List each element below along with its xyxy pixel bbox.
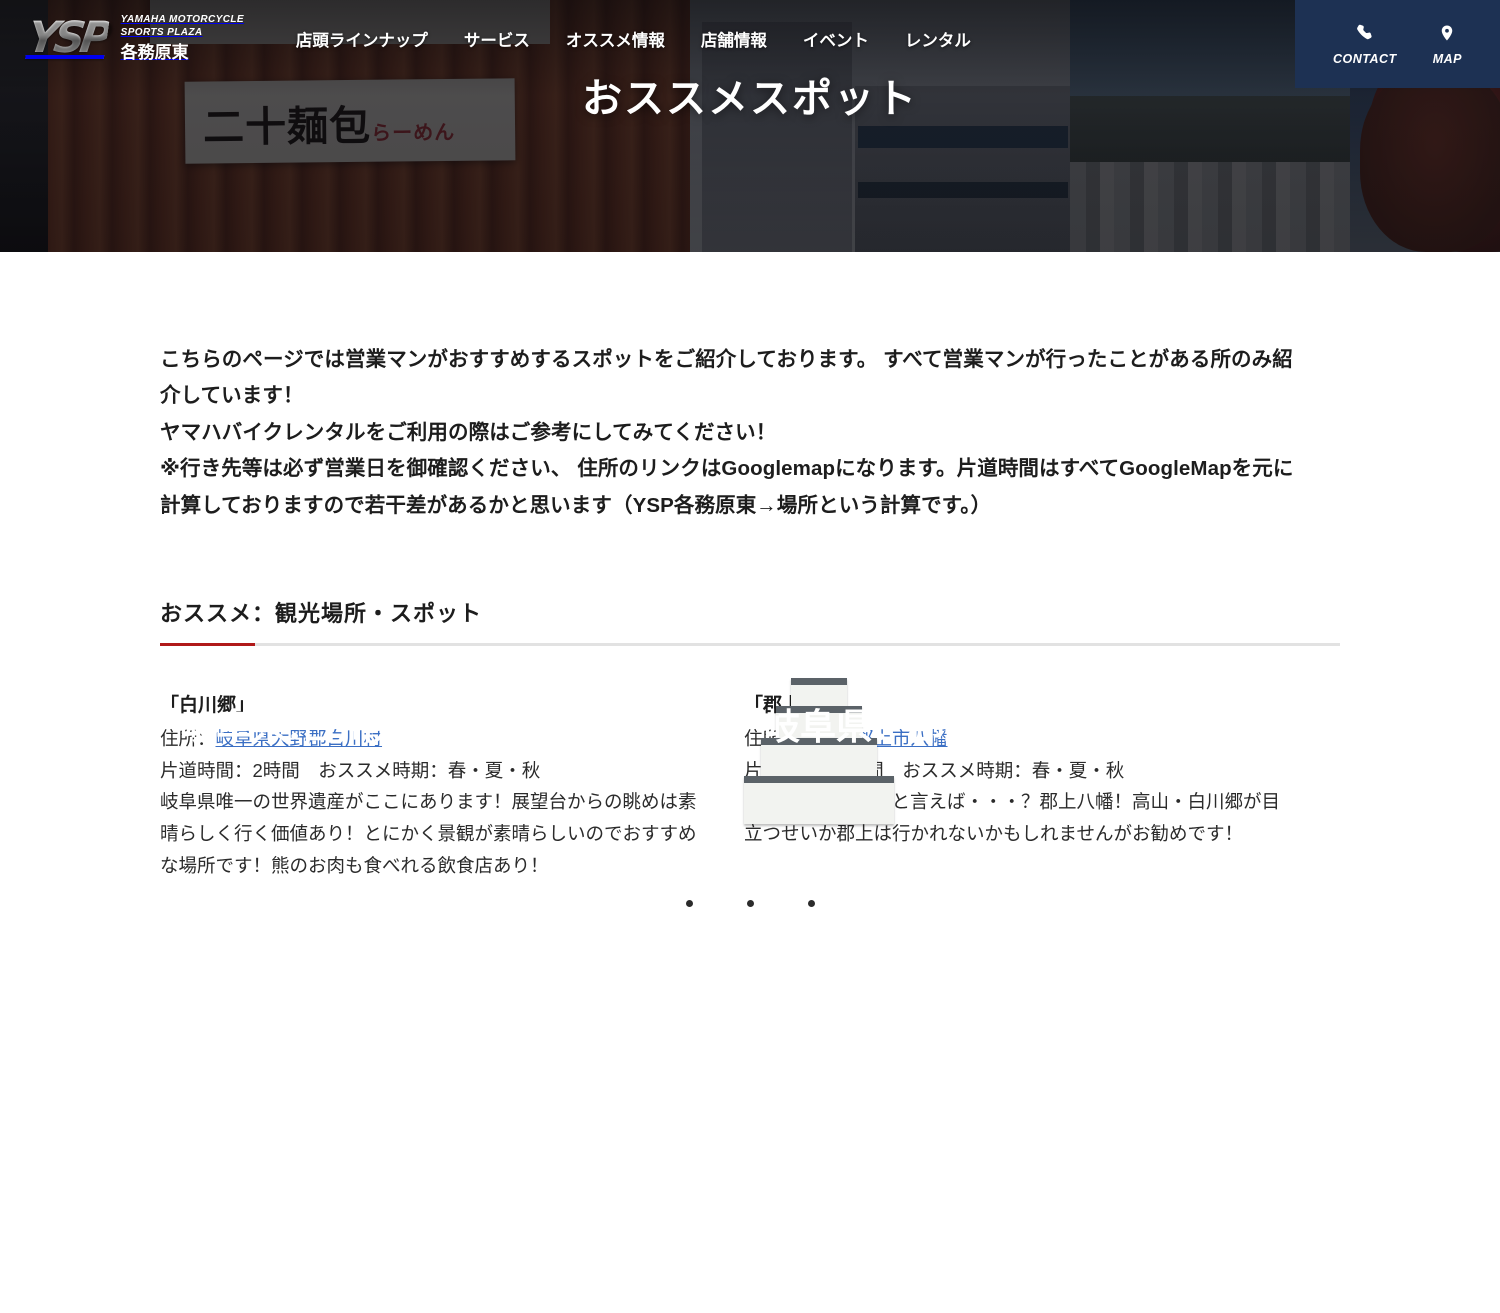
spot-card-grid: 岐阜県:白川郷 「白川郷」 住所：岐阜県大野郡白川村 片道時間：2時間 おススメ… [160,676,1340,881]
section-header: おススメ：観光場所・スポット [160,596,1340,647]
site-logo[interactable]: YSP YAMAHA MOTORCYCLE SPORTS PLAZA 各務原東 [0,0,244,63]
nav-item-store-info[interactable]: 店舗情報 [701,27,767,51]
phone-icon [1355,22,1375,48]
logo-store-name: 各務原東 [120,43,189,62]
map-button-label: MAP [1432,52,1462,66]
spot-card: 岐阜県：郡上八幡 「郡上八幡」 住所：岐阜県郡上市八幡 片道時間：1時間 おスス… [744,678,1296,881]
intro-paragraph: こちらのページでは営業マンがおすすめするスポットをご紹介しております。 すべて営… [160,252,1295,524]
spot-card: 岐阜県:白川郷 「白川郷」 住所：岐阜県大野郡白川村 片道時間：2時間 おススメ… [160,676,712,881]
ysp-logo-mark: YSP [24,13,111,64]
nav-item-rental[interactable]: レンタル [905,27,971,51]
header-action-panel: CONTACT MAP [1295,0,1500,88]
nav-item-lineup[interactable]: 店頭ラインナップ [296,27,428,51]
intro-line-3: ※行き先等は必ず営業日を御確認ください、 住所のリンクはGooglemapになり… [160,457,1294,517]
contact-button[interactable]: CONTACT [1333,22,1397,66]
carousel-pagination[interactable] [160,899,1340,907]
main-navigation: 店頭ラインナップ サービス オススメ情報 店舗情報 イベント レンタル [296,0,971,56]
hero-banner: 二十麺包らーめん おススメスポット YSP YAMAHA MOTORCYCLE … [0,0,1500,252]
pagination-dot[interactable] [746,899,754,907]
section-rule-accent [160,643,255,647]
main-content: こちらのページでは営業マンがおすすめするスポットをご紹介しております。 すべて営… [0,252,1500,907]
nav-item-event[interactable]: イベント [803,27,869,51]
section-rule [160,643,1340,647]
section-heading-text: おススメ：観光場所・スポット [160,601,483,627]
map-pin-icon [1438,22,1456,48]
pagination-dot[interactable] [807,899,815,907]
pagination-dot[interactable] [685,899,693,907]
nav-item-recommend[interactable]: オススメ情報 [566,27,665,51]
spot-description: 岐阜県唯一の世界遺産がここにあります！展望台からの眺めは素晴らしく行く価値あり！… [160,791,697,876]
logo-tagline-line2: SPORTS PLAZA [120,26,203,38]
map-button[interactable]: MAP [1433,22,1462,66]
intro-line-2: ヤマハバイクレンタルをご利用の際はご参考にしてみてください！ [160,420,777,444]
site-header-navbar: YSP YAMAHA MOTORCYCLE SPORTS PLAZA 各務原東 … [0,0,1500,88]
contact-button-label: CONTACT [1333,52,1397,66]
nav-item-service[interactable]: サービス [464,27,530,51]
logo-tagline-line1: YAMAHA MOTORCYCLE [120,14,244,25]
spot-meta: 片道時間：2時間 おススメ時期：春・夏・秋 [160,759,541,781]
intro-line-1: こちらのページでは営業マンがおすすめするスポットをご紹介しております。 すべて営… [160,348,1293,408]
